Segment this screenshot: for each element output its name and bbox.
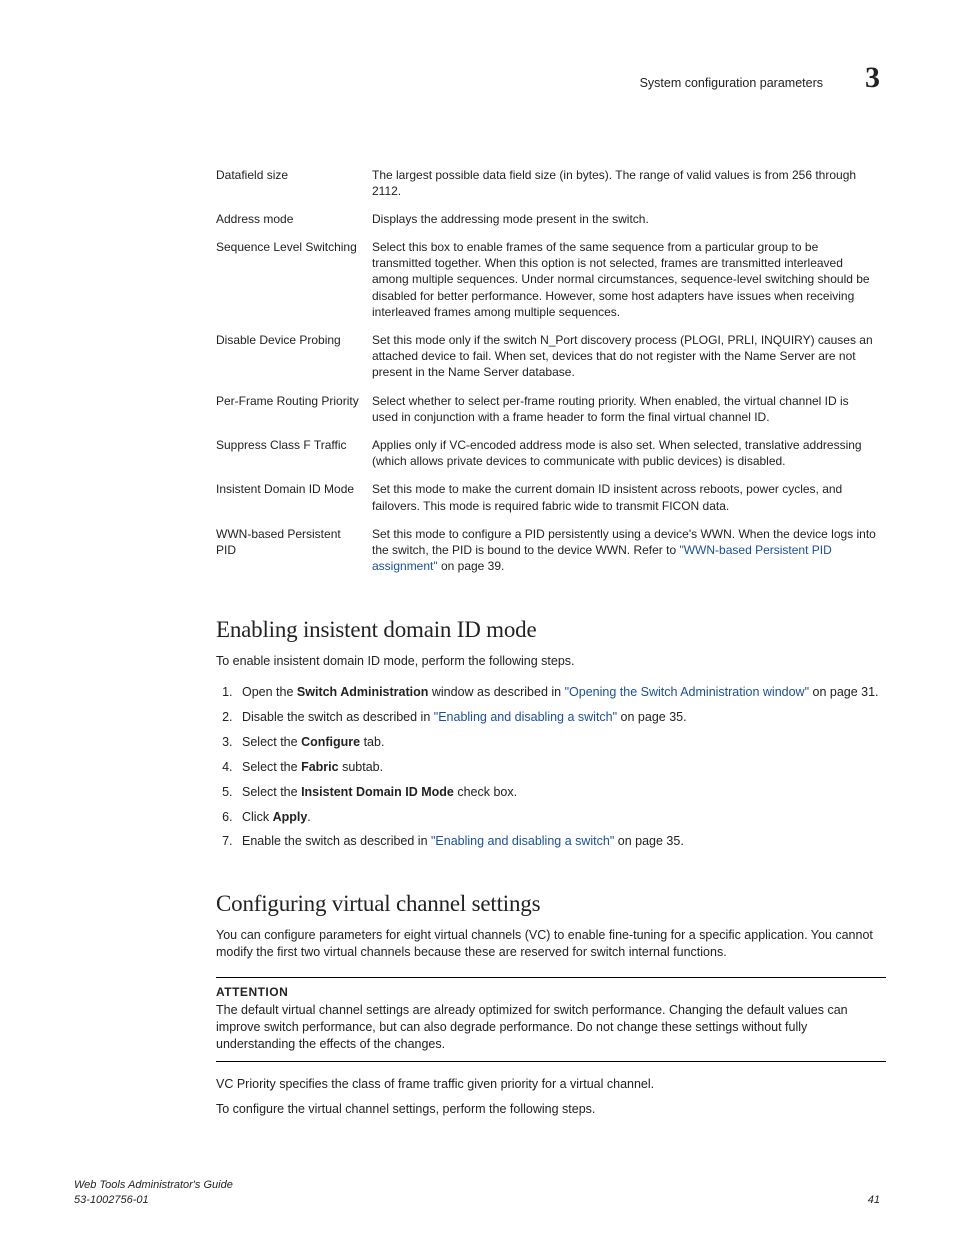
param-desc: Displays the addressing mode present in … (372, 205, 886, 233)
step: Open the Switch Administration window as… (236, 680, 886, 705)
param-desc: Select this box to enable frames of the … (372, 233, 886, 326)
attention-note: ATTENTION The default virtual channel se… (216, 977, 886, 1062)
text: Select the (242, 785, 301, 799)
param-label: WWN-based Persistent PID (216, 520, 372, 581)
text: . (307, 810, 310, 824)
step: Select the Insistent Domain ID Mode chec… (236, 780, 886, 805)
text: subtab. (339, 760, 383, 774)
param-desc: Applies only if VC-encoded address mode … (372, 431, 886, 475)
param-desc: Set this mode to make the current domain… (372, 475, 886, 519)
text: check box. (454, 785, 517, 799)
ui-label: Insistent Domain ID Mode (301, 785, 454, 799)
text: Disable the switch as described in (242, 710, 434, 724)
text: Select the (242, 735, 301, 749)
attention-body: The default virtual channel settings are… (216, 1002, 886, 1053)
text: Open the (242, 685, 297, 699)
table-row: Per-Frame Routing Priority Select whethe… (216, 387, 886, 431)
section-name: System configuration parameters (640, 75, 823, 92)
param-label: Suppress Class F Traffic (216, 431, 372, 475)
param-label: Datafield size (216, 161, 372, 205)
ui-label: Apply (273, 810, 308, 824)
page-content: Datafield size The largest possible data… (216, 161, 886, 1118)
intro-paragraph: You can configure parameters for eight v… (216, 927, 886, 961)
page-number: 41 (868, 1193, 880, 1208)
param-desc: The largest possible data field size (in… (372, 161, 886, 205)
table-row: Sequence Level Switching Select this box… (216, 233, 886, 326)
chapter-number: 3 (865, 58, 880, 99)
ui-label: Configure (301, 735, 360, 749)
param-desc: Set this mode to configure a PID persist… (372, 520, 886, 581)
page-footer: Web Tools Administrator's Guide 53-10027… (68, 1178, 886, 1208)
paragraph: VC Priority specifies the class of frame… (216, 1076, 886, 1093)
param-desc: Select whether to select per-frame routi… (372, 387, 886, 431)
table-row: WWN-based Persistent PID Set this mode t… (216, 520, 886, 581)
cross-ref-link[interactable]: "Enabling and disabling a switch" (434, 710, 617, 724)
table-row: Datafield size The largest possible data… (216, 161, 886, 205)
param-label: Disable Device Probing (216, 326, 372, 387)
step: Click Apply. (236, 805, 886, 830)
intro-paragraph: To enable insistent domain ID mode, perf… (216, 653, 886, 670)
step: Select the Configure tab. (236, 730, 886, 755)
cross-ref-link[interactable]: "Enabling and disabling a switch" (431, 834, 614, 848)
text: Click (242, 810, 273, 824)
text: tab. (360, 735, 384, 749)
doc-number: 53-1002756-01 (74, 1193, 233, 1208)
step: Select the Fabric subtab. (236, 755, 886, 780)
paragraph: To configure the virtual channel setting… (216, 1101, 886, 1118)
attention-title: ATTENTION (216, 984, 886, 1000)
text: on page 39. (438, 559, 505, 573)
table-row: Suppress Class F Traffic Applies only if… (216, 431, 886, 475)
ui-label: Fabric (301, 760, 339, 774)
step: Disable the switch as described in "Enab… (236, 705, 886, 730)
text: on page 35. (617, 710, 687, 724)
text: on page 35. (614, 834, 684, 848)
text: on page 31. (809, 685, 879, 699)
ui-label: Switch Administration (297, 685, 429, 699)
table-row: Disable Device Probing Set this mode onl… (216, 326, 886, 387)
table-row: Insistent Domain ID Mode Set this mode t… (216, 475, 886, 519)
param-label: Insistent Domain ID Mode (216, 475, 372, 519)
parameter-table: Datafield size The largest possible data… (216, 161, 886, 581)
heading-virtual-channel: Configuring virtual channel settings (216, 888, 886, 919)
heading-enabling-insistent: Enabling insistent domain ID mode (216, 614, 886, 645)
cross-ref-link[interactable]: "Opening the Switch Administration windo… (565, 685, 809, 699)
table-row: Address mode Displays the addressing mod… (216, 205, 886, 233)
running-header: System configuration parameters 3 (68, 58, 886, 99)
text: Select the (242, 760, 301, 774)
param-label: Per-Frame Routing Priority (216, 387, 372, 431)
param-label: Address mode (216, 205, 372, 233)
step: Enable the switch as described in "Enabl… (236, 829, 886, 854)
text: Enable the switch as described in (242, 834, 431, 848)
param-desc: Set this mode only if the switch N_Port … (372, 326, 886, 387)
procedure-steps: Open the Switch Administration window as… (216, 680, 886, 854)
text: window as described in (428, 685, 564, 699)
param-label: Sequence Level Switching (216, 233, 372, 326)
footer-left: Web Tools Administrator's Guide 53-10027… (74, 1178, 233, 1208)
doc-title: Web Tools Administrator's Guide (74, 1178, 233, 1193)
